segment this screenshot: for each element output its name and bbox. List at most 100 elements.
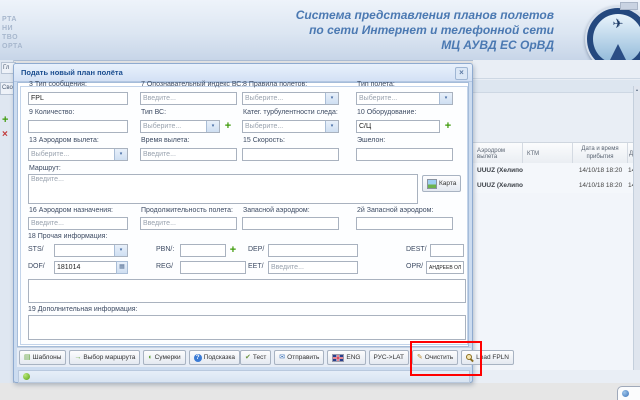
send-label: Отправить: [287, 354, 319, 361]
hint-button[interactable]: ? Подсказка: [189, 350, 240, 365]
cell-departure: UUUZ (Хелипор...: [473, 163, 523, 178]
dialog-statusbar: [18, 370, 470, 383]
send-button[interactable]: ✉ Отправить: [274, 350, 324, 365]
dialog-titlebar[interactable]: Подать новый план полёта: [14, 64, 472, 82]
dropdown-arrow-icon: ▾: [114, 149, 127, 160]
equipment-input[interactable]: [356, 120, 440, 133]
aircraft-type-select[interactable]: Выберите... ▾: [140, 120, 220, 133]
quantity-label: 9 Количество:: [29, 109, 74, 116]
sts-label: STS/: [28, 246, 44, 253]
route-textarea[interactable]: [28, 174, 418, 204]
destination-aerodrome-input[interactable]: [28, 217, 128, 230]
add-pbn-button[interactable]: +: [227, 244, 239, 257]
flight-type-select[interactable]: Выберите... ▾: [356, 92, 453, 105]
scrollbar[interactable]: ▴: [633, 86, 640, 370]
aircraft-type-value: Выберите...: [143, 121, 205, 132]
map-button-label: Карта: [439, 180, 456, 187]
dest-label: DEST/: [406, 246, 427, 253]
annotation-highlight: [410, 341, 482, 376]
floating-widget[interactable]: [617, 386, 640, 400]
wake-category-label: Катег. турбулентности следа:: [243, 109, 338, 116]
system-title-line3: МЦ АУВД ЕС ОрВД: [296, 38, 554, 53]
flight-type-value: Выберите...: [359, 93, 438, 104]
add-aircraft-type-button[interactable]: +: [222, 120, 234, 133]
background-toolbar: [473, 80, 640, 93]
departure-time-input[interactable]: [140, 148, 237, 161]
toolbar-left-group: ▤ Шаблоны → Выбор маршрута ◐ Сумерки ? П…: [19, 350, 240, 365]
alternate-aerodrome-input[interactable]: [242, 217, 339, 230]
departure-aerodrome-select[interactable]: Выберите... ▾: [28, 148, 128, 161]
templates-label: Шаблоны: [33, 354, 62, 361]
flight-plan-dialog: Подать новый план полёта × 3 Тип сообщен…: [13, 63, 473, 383]
col-header-departure[interactable]: Аэродром вылета: [473, 143, 523, 164]
twilight-label: Сумерки: [155, 354, 181, 361]
sts-select[interactable]: ▾: [54, 244, 128, 257]
flight-rules-value: Выберите...: [245, 93, 324, 104]
dest-input[interactable]: [430, 244, 464, 257]
status-ok-icon: [23, 373, 30, 380]
pbn-input[interactable]: [180, 244, 226, 257]
destination-aerodrome-label: 16 Аэродром назначения:: [29, 207, 113, 214]
quantity-input[interactable]: [28, 120, 128, 133]
delete-icon[interactable]: ×: [2, 130, 8, 140]
alternate2-aerodrome-input[interactable]: [356, 217, 453, 230]
eng-button[interactable]: ENG: [327, 350, 365, 365]
flight-type-label: Тип полета:: [357, 81, 395, 88]
table-row[interactable]: UUUZ (Хелипор... 14/10/18 18:20 14: [473, 163, 634, 179]
question-icon: ?: [194, 354, 202, 362]
route-label: Маршрут:: [29, 165, 61, 172]
reg-label: REG/: [156, 263, 173, 270]
system-title-line2: по сети Интернет и телефонной сети: [296, 23, 554, 38]
reg-input[interactable]: [180, 261, 246, 274]
calendar-icon[interactable]: ▦: [116, 261, 128, 274]
level-label: Эшелон:: [357, 137, 385, 144]
scroll-up-icon[interactable]: ▴: [636, 87, 638, 92]
rus-lat-button[interactable]: РУС->LAT: [369, 350, 409, 365]
map-button[interactable]: Карта: [422, 175, 461, 192]
dropdown-arrow-icon: ▾: [439, 93, 452, 104]
duration-input[interactable]: [140, 217, 237, 230]
route-select-button[interactable]: → Выбор маршрута: [69, 350, 140, 365]
eng-label: ENG: [346, 354, 360, 361]
alternate2-aerodrome-label: 2й Запасной аэродром:: [357, 207, 433, 214]
dep-input[interactable]: [268, 244, 358, 257]
route-select-icon: →: [74, 354, 81, 361]
scrollbar-top-cap: [620, 2, 638, 10]
other-info-label: 18 Прочая информация:: [28, 233, 107, 240]
wake-category-value: Выберите...: [245, 121, 324, 132]
speed-input[interactable]: [242, 148, 339, 161]
col-header-arrival[interactable]: Дата и время прибытия: [573, 143, 628, 164]
msg-type-input[interactable]: [28, 92, 128, 105]
aircraft-id-input[interactable]: [140, 92, 237, 105]
col-header-ktm[interactable]: КТМ: [523, 143, 573, 164]
aircraft-id-label: 7 Опознавательный индекс ВС:: [141, 81, 243, 88]
table-row[interactable]: UUUZ (Хелипор... 14/10/18 18:20 14: [473, 178, 634, 194]
wake-category-select[interactable]: Выберите... ▾: [242, 120, 339, 133]
flight-rules-select[interactable]: Выберите... ▾: [242, 92, 339, 105]
airplane-icon: ✈: [613, 17, 624, 30]
twilight-button[interactable]: ◐ Сумерки: [143, 350, 185, 365]
additional-info-label: 19 Дополнительная информация:: [28, 306, 138, 313]
cell-ktm: [523, 178, 573, 193]
level-input[interactable]: [356, 148, 453, 161]
dep-label: DEP/: [248, 246, 264, 253]
other-info-textarea[interactable]: [28, 279, 466, 303]
system-title-line1: Система представления планов полетов: [296, 8, 554, 23]
eet-input[interactable]: [268, 261, 358, 274]
pbn-label: PBN/:: [156, 246, 174, 253]
twilight-icon: ◐: [148, 354, 152, 361]
add-equipment-button[interactable]: +: [442, 120, 454, 133]
eet-label: EET/: [248, 263, 264, 270]
aircraft-type-label: Тип ВС:: [141, 109, 166, 116]
runway-icon: [610, 44, 626, 60]
templates-button[interactable]: ▤ Шаблоны: [19, 350, 66, 365]
dropdown-arrow-icon: ▾: [325, 121, 338, 132]
opr-input[interactable]: [426, 261, 464, 274]
table-empty-area: [473, 193, 634, 370]
additional-info-textarea[interactable]: [28, 315, 466, 340]
close-icon[interactable]: ×: [455, 67, 468, 80]
route-select-label: Выбор маршрута: [83, 354, 135, 361]
test-button[interactable]: ✔ Тест: [240, 350, 271, 365]
add-icon[interactable]: +: [2, 115, 8, 126]
flight-rules-label: 8 Правила полетов:: [243, 81, 307, 88]
